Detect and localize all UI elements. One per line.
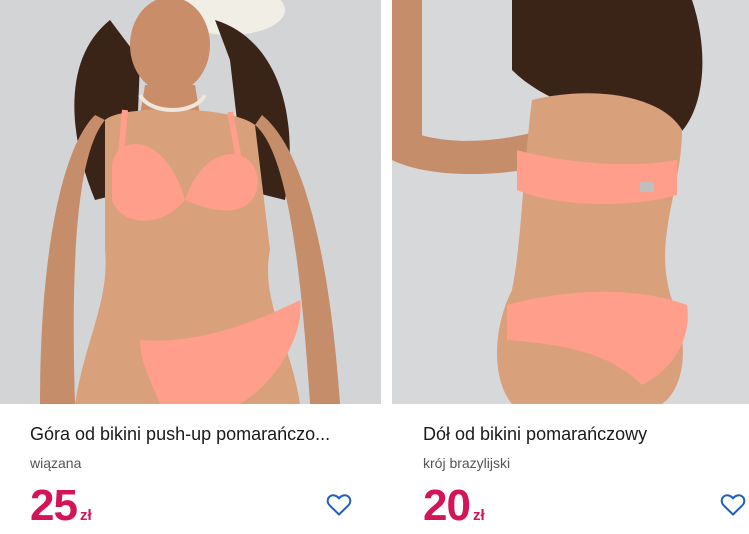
price-currency: zł: [79, 507, 92, 524]
price-currency: zł: [472, 507, 485, 524]
price-amount: 20: [423, 481, 471, 530]
heart-outline-icon[interactable]: [720, 493, 746, 517]
product-title[interactable]: Dół od bikini pomarańczowy: [423, 424, 739, 445]
product-title[interactable]: Góra od bikini push-up pomarańczo...: [30, 424, 371, 445]
bikini-bottom-photo: [392, 0, 749, 404]
heart-outline-icon[interactable]: [326, 493, 352, 517]
product-subtitle: wiązana: [30, 455, 82, 471]
product-price: 25 zł: [30, 480, 92, 532]
product-subtitle: krój brazylijski: [423, 455, 511, 471]
product-image[interactable]: [392, 0, 749, 404]
product-card[interactable]: Dół od bikini pomarańczowy krój brazylij…: [392, 0, 749, 534]
product-price: 20 zł: [423, 480, 485, 532]
price-amount: 25: [30, 481, 78, 530]
product-image[interactable]: [0, 0, 381, 404]
product-card[interactable]: Góra od bikini push-up pomarańczo... wią…: [0, 0, 381, 534]
bikini-top-photo: [0, 0, 381, 404]
